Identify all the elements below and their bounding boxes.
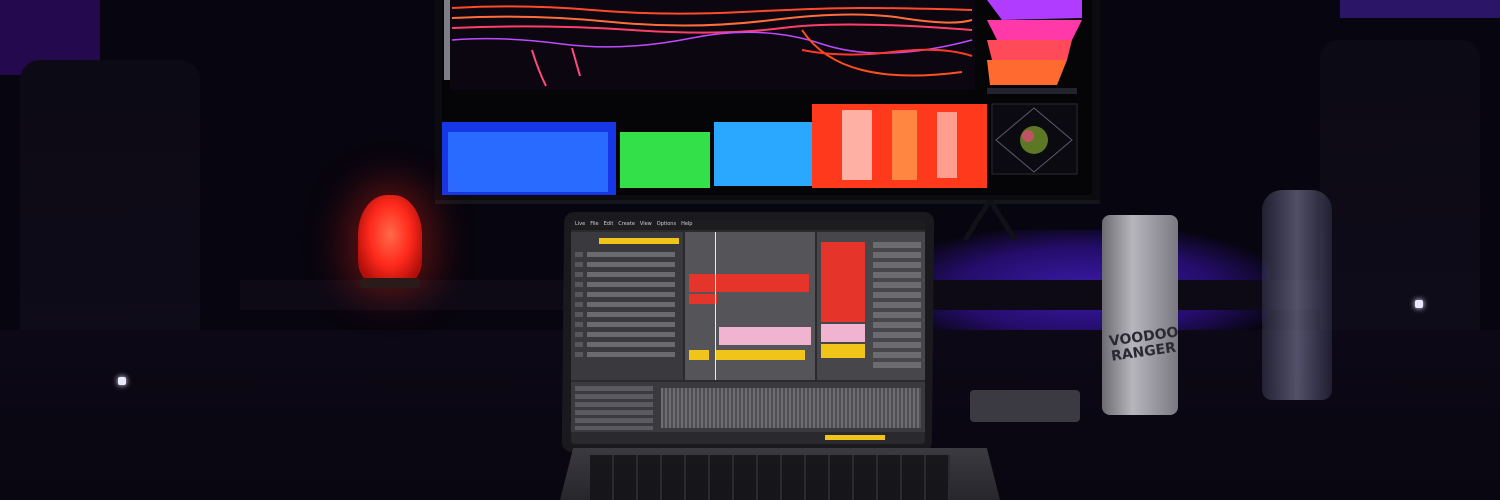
speaker-led-icon [1415,300,1423,308]
daw-menu-items: Live File Edit Create View Options Help [575,221,692,227]
right-studio-speaker [1320,40,1480,360]
menu-item-file[interactable]: File [590,221,598,227]
browser-item[interactable] [575,342,675,347]
salt-lamp [358,195,422,283]
beer-can [1102,215,1178,415]
playhead[interactable] [715,232,716,380]
speaker-led-icon [118,377,126,385]
browser-item[interactable] [575,292,675,297]
daw-menu-bar: Live File Edit Create View Options Help [571,220,925,230]
desk-box [970,390,1080,422]
menu-item-view[interactable]: View [640,221,652,227]
audio-clip-pink[interactable] [719,327,811,345]
session-clip-red[interactable] [821,242,865,322]
photo-scene: VOODOO RANGER Live File Edit Create View… [0,0,1500,500]
browser-item[interactable] [575,332,675,337]
salt-lamp-base [360,278,420,288]
session-clip-yellow[interactable] [821,344,865,358]
browser-item[interactable] [575,352,675,357]
laptop-keyboard [590,455,950,500]
browser-item[interactable] [575,312,675,317]
right-screen-glow [1340,0,1500,18]
cpu-meter [825,435,885,440]
daw-browser-panel[interactable] [571,232,683,380]
clip-waveform-editor[interactable] [661,388,921,428]
browser-item[interactable] [575,322,675,327]
daw-status-bar [571,432,925,444]
mixer-strip[interactable] [873,242,921,372]
audio-clip-red[interactable] [689,274,809,292]
daw-arrangement-view[interactable] [685,232,815,380]
browser-selected-item[interactable] [599,238,679,244]
water-bottle [1262,190,1332,400]
browser-item[interactable] [575,262,675,267]
audio-clip-yellow[interactable] [715,350,805,360]
session-clip-pink[interactable] [821,324,865,342]
monitor-stand [962,200,1018,240]
menu-item-options[interactable]: Options [657,221,676,227]
browser-item[interactable] [575,272,675,277]
browser-item[interactable] [575,252,675,257]
browser-item[interactable] [575,282,675,287]
menu-item-create[interactable]: Create [618,221,635,227]
audio-clip-yellow[interactable] [689,350,709,360]
audio-clip-red[interactable] [689,294,717,304]
menu-item-edit[interactable]: Edit [604,221,614,227]
browser-item[interactable] [575,302,675,307]
daw-session-view[interactable] [817,232,925,380]
vectorscope [991,103,1078,175]
laptop-screen: Live File Edit Create View Options Help [571,220,925,444]
menu-item-live[interactable]: Live [575,221,585,227]
monitor-screen-visualization [442,0,1092,195]
clip-properties-panel[interactable] [575,386,653,430]
piano-keys-strip [444,0,450,80]
menu-item-help[interactable]: Help [681,221,692,227]
